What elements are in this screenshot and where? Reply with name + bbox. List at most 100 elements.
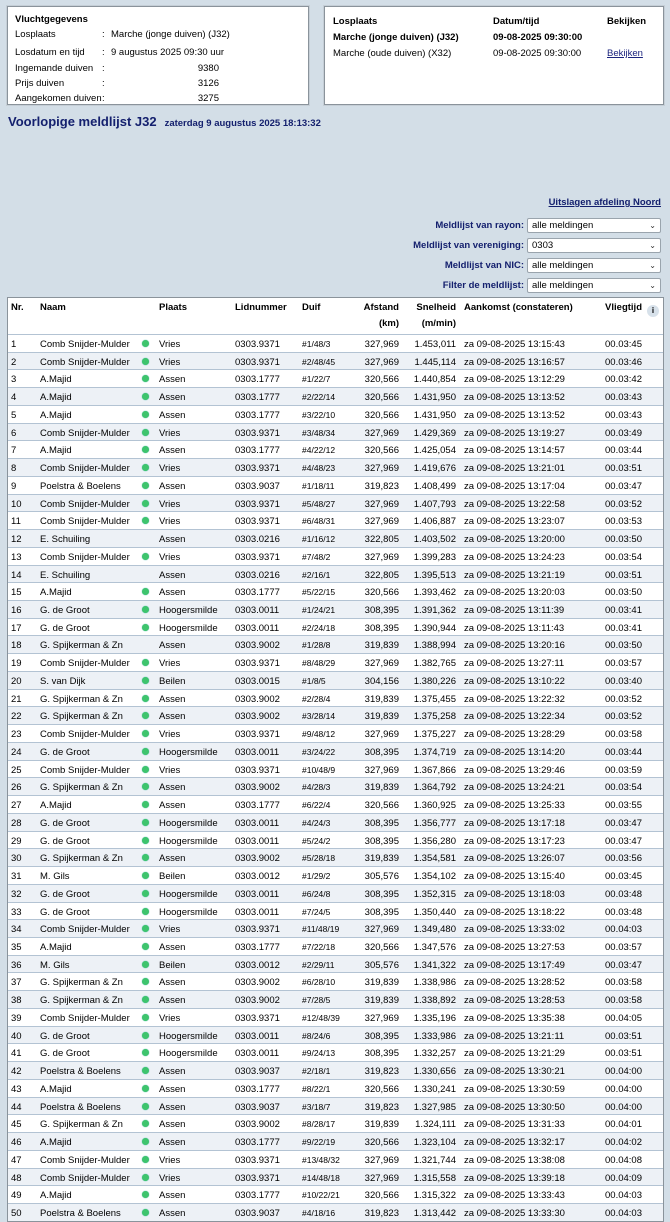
cell-duif: #1/8/5 [302, 675, 326, 686]
table-row[interactable]: 24 G. de Groot Hoogersmilde 0303.0011 #3/24/… [8, 741, 663, 760]
table-row[interactable]: 15 A.Majid Assen 0303.1777 #5/22/15 320,566 1.… [8, 582, 663, 600]
cell-naam: G. Spijkerman & Zn [40, 995, 123, 1007]
table-row[interactable]: 22 G. Spijkerman & Zn Assen 0303.9002 #3/28/… [8, 706, 663, 725]
cell-plaats: Hoogersmilde [159, 906, 218, 918]
table-row[interactable]: 37 G. Spijkerman & Zn Assen 0303.9002 #6/28/… [8, 972, 663, 990]
table-row[interactable]: 13 Comb Snijder-Mulder Vries 0303.9371 #7/48… [8, 546, 663, 565]
table-row[interactable]: 36 M. Gils Beilen 0303.0012 #2/29/11 305,576 1… [8, 954, 663, 973]
table-row[interactable]: 39 Comb Snijder-Mulder Vries 0303.9371 #12/4… [8, 1007, 663, 1026]
table-row[interactable]: 49 A.Majid Assen 0303.1777 #10/22/21 320,566 1… [8, 1185, 663, 1203]
table-row[interactable]: 8 Comb Snijder-Mulder Vries 0303.9371 #4/48/… [8, 458, 663, 476]
cell-plaats: Assen [159, 374, 186, 386]
table-row[interactable]: 17 G. de Groot Hoogersmilde 0303.0011 #2/24/… [8, 617, 663, 636]
table-row[interactable]: 21 G. Spijkerman & Zn Assen 0303.9002 #2/28/… [8, 688, 663, 707]
bekijken-link[interactable]: Bekijken [607, 48, 643, 59]
cell-lidnummer: 0303.9371 [235, 1172, 280, 1184]
table-row[interactable]: 47 Comb Snijder-Mulder Vries 0303.9371 #13/4… [8, 1149, 663, 1168]
cell-nr: 14 [11, 569, 22, 581]
table-row[interactable]: 16 G. de Groot Hoogersmilde 0303.0011 #1/24/… [8, 600, 663, 618]
table-row[interactable]: 48 Comb Snijder-Mulder Vries 0303.9371 #14/4… [8, 1167, 663, 1186]
table-row[interactable]: 4 A.Majid Assen 0303.1777 #2/22/14 320,566 1.4… [8, 387, 663, 405]
cell-aankomst: za 09-08-2025 13:13:52 [464, 392, 565, 404]
table-row[interactable]: 40 G. de Groot Hoogersmilde 0303.0011 #8/24/… [8, 1025, 663, 1044]
status-dot-icon [142, 606, 149, 614]
cell-lidnummer: 0303.9037 [235, 480, 280, 492]
table-row[interactable]: 46 A.Majid Assen 0303.1777 #9/22/19 320,566 1.… [8, 1132, 663, 1150]
table-row[interactable]: 14 E. Schuiling Assen 0303.0216 #2/16/1 322,8… [8, 564, 663, 583]
table-row[interactable]: 32 G. de Groot Hoogersmilde 0303.0011 #6/24/… [8, 883, 663, 902]
table-row[interactable]: 23 Comb Snijder-Mulder Vries 0303.9371 #9/48… [8, 724, 663, 742]
status-dot-icon [142, 836, 149, 844]
table-row[interactable]: 3 A.Majid Assen 0303.1777 #1/22/7 320,566 1.44… [8, 369, 663, 387]
table-row[interactable]: 34 Comb Snijder-Mulder Vries 0303.9371 #11/4… [8, 919, 663, 937]
meldlijst-select[interactable]: alle meldingen ⌄ [527, 278, 661, 293]
table-row[interactable]: 45 G. Spijkerman & Zn Assen 0303.9002 #8/28/… [8, 1114, 663, 1132]
table-row[interactable]: 44 Poelstra & Boelens Assen 0303.9037 #3/18/… [8, 1096, 663, 1115]
table-row[interactable]: 41 G. de Groot Hoogersmilde 0303.0011 #9/24/… [8, 1043, 663, 1061]
cell-naam: Comb Snijder-Mulder [40, 1012, 130, 1024]
cell-lidnummer: 0303.0012 [235, 959, 280, 971]
table-row[interactable]: 29 G. de Groot Hoogersmilde 0303.0011 #5/24/… [8, 830, 663, 849]
status-dot-icon [142, 1120, 149, 1128]
table-row[interactable]: 35 A.Majid Assen 0303.1777 #7/22/18 320,566 1.… [8, 936, 663, 955]
cell-snelheid: 1.431,950 [413, 392, 456, 404]
nic-select[interactable]: alle meldingen ⌄ [527, 258, 661, 273]
cell-lidnummer: 0303.0011 [235, 1030, 280, 1042]
cell-lidnummer: 0303.1777 [235, 941, 280, 953]
table-row[interactable]: 42 Poelstra & Boelens Assen 0303.9037 #2/18/… [8, 1061, 663, 1079]
cell-vliegtijd: 00.03:42 [605, 374, 642, 386]
table-row[interactable]: 50 Poelstra & Boelens Assen 0303.9037 #4/18/… [8, 1202, 663, 1221]
cell-lidnummer: 0303.9002 [235, 853, 280, 865]
table-row[interactable]: 38 G. Spijkerman & Zn Assen 0303.9002 #7/28/… [8, 990, 663, 1008]
status-dot-icon [142, 889, 149, 897]
table-row[interactable]: 1 Comb Snijder-Mulder Vries 0303.9371 #1/48/… [8, 334, 663, 352]
table-row[interactable]: 7 A.Majid Assen 0303.1777 #4/22/12 320,566 1.4… [8, 440, 663, 458]
cell-nr: 21 [11, 693, 22, 705]
table-row[interactable]: 19 Comb Snijder-Mulder Vries 0303.9371 #8/48… [8, 653, 663, 671]
cell-duif: #2/48/45 [302, 356, 336, 367]
table-row[interactable]: 30 G. Spijkerman & Zn Assen 0303.9002 #5/28/… [8, 848, 663, 867]
release-losplaats: Marche (oude duiven) (X32) [333, 48, 452, 59]
table-row[interactable]: 43 A.Majid Assen 0303.1777 #8/22/1 320,566 1.3… [8, 1078, 663, 1097]
select-value: 0303 [532, 240, 554, 251]
flight-info-label: Ingemande duiven [15, 63, 94, 74]
cell-duif: #8/28/17 [302, 1119, 336, 1130]
table-row[interactable]: 26 G. Spijkerman & Zn Assen 0303.9002 #4/28/… [8, 777, 663, 796]
vereniging-select[interactable]: 0303 ⌄ [527, 238, 661, 253]
cell-duif: #8/24/6 [302, 1030, 331, 1041]
cell-nr: 32 [11, 888, 22, 900]
cell-lidnummer: 0303.0011 [235, 817, 280, 829]
table-row[interactable]: 2 Comb Snijder-Mulder Vries 0303.9371 #2/48/… [8, 351, 663, 370]
table-row[interactable]: 25 Comb Snijder-Mulder Vries 0303.9371 #10/4… [8, 759, 663, 778]
cell-afstand: 320,566 [364, 374, 399, 386]
cell-duif: #4/18/16 [302, 1207, 336, 1218]
cell-vliegtijd: 00.03:45 [605, 871, 642, 883]
status-dot-icon [142, 978, 149, 986]
uitslagen-noord-link[interactable]: Uitslagen afdeling Noord [549, 197, 661, 208]
table-row[interactable]: 28 G. de Groot Hoogersmilde 0303.0011 #4/24/… [8, 812, 663, 831]
table-row[interactable]: 11 Comb Snijder-Mulder Vries 0303.9371 #6/48… [8, 511, 663, 529]
cell-naam: Comb Snijder-Mulder [40, 764, 130, 776]
cell-duif: #2/16/1 [302, 569, 331, 580]
cell-plaats: Vries [159, 551, 181, 563]
table-row[interactable]: 9 Poelstra & Boelens Assen 0303.9037 #1/18/1… [8, 475, 663, 494]
cell-lidnummer: 0303.9371 [235, 658, 280, 670]
cell-plaats: Assen [159, 392, 186, 404]
table-row[interactable]: 20 S. van Dijk Beilen 0303.0015 #1/8/5 304,15… [8, 670, 663, 689]
cell-aankomst: za 09-08-2025 13:17:04 [464, 480, 565, 492]
cell-vliegtijd: 00.04:03 [605, 1207, 642, 1219]
table-row[interactable]: 27 A.Majid Assen 0303.1777 #6/22/4 320,566 1.3… [8, 795, 663, 813]
info-icon[interactable]: i [647, 305, 659, 317]
rayon-select[interactable]: alle meldingen ⌄ [527, 218, 661, 233]
status-dot-icon [142, 1138, 149, 1146]
table-row[interactable]: 12 E. Schuiling Assen 0303.0216 #1/16/12 322,… [8, 529, 663, 547]
table-row[interactable]: 6 Comb Snijder-Mulder Vries 0303.9371 #3/48/… [8, 422, 663, 441]
table-row[interactable]: 33 G. de Groot Hoogersmilde 0303.0011 #7/24/… [8, 901, 663, 920]
cell-nr: 43 [11, 1083, 22, 1095]
table-row[interactable]: 18 G. Spijkerman & Zn Assen 0303.9002 #1/28/… [8, 635, 663, 654]
table-row[interactable]: 31 M. Gils Beilen 0303.0012 #1/29/2 305,576 1.… [8, 866, 663, 884]
table-row[interactable]: 10 Comb Snijder-Mulder Vries 0303.9371 #5/48… [8, 493, 663, 512]
release-datum: 09-08-2025 09:30:00 [493, 32, 583, 43]
cell-vliegtijd: 00.03:55 [605, 800, 642, 812]
table-row[interactable]: 5 A.Majid Assen 0303.1777 #3/22/10 320,566 1.4… [8, 404, 663, 423]
